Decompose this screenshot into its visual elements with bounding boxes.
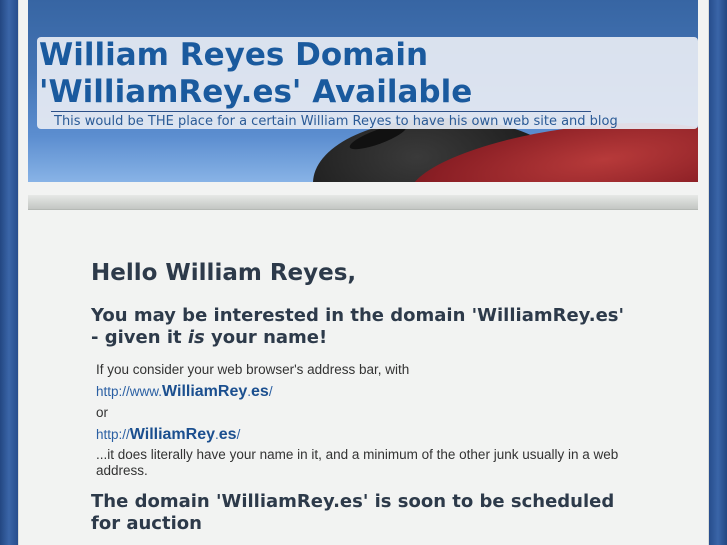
domain-link-www[interactable]: http://www.WilliamRey.es/ xyxy=(96,381,636,403)
header-banner: William Reyes Domain 'WilliamRey.es' Ava… xyxy=(28,0,698,182)
link-bare-tld: es xyxy=(218,425,237,443)
site-tagline: This would be THE place for a certain Wi… xyxy=(54,114,618,129)
interest-heading-emphasis: is xyxy=(187,327,205,348)
link-bare-suffix: / xyxy=(236,426,241,442)
interest-heading-pre: You may be interested in the domain 'Wil… xyxy=(91,305,625,348)
interest-heading-post: your name! xyxy=(204,327,328,348)
main-content: Hello William Reyes, You may be interest… xyxy=(91,256,636,535)
domain-explanation: If you consider your web browser's addre… xyxy=(96,359,636,479)
greeting-heading: Hello William Reyes, xyxy=(91,260,357,286)
link-www-name: WilliamRey xyxy=(162,382,248,400)
link-bare-name: WilliamRey xyxy=(129,425,215,443)
header-divider xyxy=(28,195,698,210)
intro-text: If you consider your web browser's addre… xyxy=(96,362,410,377)
title-panel: William Reyes Domain 'WilliamRey.es' Ava… xyxy=(37,37,698,129)
site-title[interactable]: William Reyes Domain 'WilliamRey.es' Ava… xyxy=(39,37,599,111)
title-underline xyxy=(51,111,591,112)
domain-link-bare[interactable]: http://WilliamRey.es/ xyxy=(96,424,636,446)
site-title-line2[interactable]: 'WilliamRey.es' Available xyxy=(39,74,599,111)
or-text: or xyxy=(96,405,109,420)
page-container: William Reyes Domain 'WilliamRey.es' Ava… xyxy=(18,0,709,545)
site-title-line1[interactable]: William Reyes Domain xyxy=(39,37,599,74)
explanation-text: ...it does literally have your name in i… xyxy=(96,447,619,478)
link-www-tld: es xyxy=(251,382,269,400)
link-bare-prefix: http:// xyxy=(96,426,130,442)
page-frame-right xyxy=(709,0,727,545)
interest-heading: You may be interested in the domain 'Wil… xyxy=(91,305,636,349)
link-www-prefix: http://www. xyxy=(96,383,163,399)
auction-heading: The domain 'WilliamRey.es' is soon to be… xyxy=(91,491,615,534)
link-www-suffix: / xyxy=(268,383,273,399)
page-frame-left xyxy=(0,0,18,545)
